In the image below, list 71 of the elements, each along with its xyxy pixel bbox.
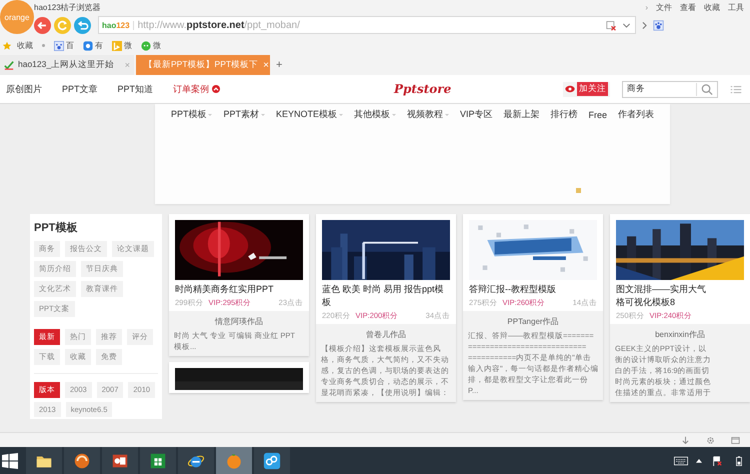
paw-icon: [54, 40, 64, 50]
window-icon[interactable]: [731, 436, 740, 444]
bookmark-item[interactable]: 微: [141, 40, 161, 51]
site-logo[interactable]: Pptstore: [394, 82, 452, 96]
fruit-icon: [225, 452, 243, 470]
bookmark-item[interactable]: 有: [83, 40, 103, 51]
undo-icon[interactable]: [74, 16, 91, 34]
eye-icon: [565, 85, 575, 93]
bookmark-item[interactable]: 微: [112, 40, 132, 51]
browser-tab[interactable]: hao123_上网从这里开始 ×: [0, 55, 134, 75]
category-link[interactable]: 最新上架: [504, 108, 540, 121]
window-title: hao123桔子浏览器: [34, 2, 102, 12]
chat-icon: [83, 40, 93, 50]
settings-icon[interactable]: [706, 436, 715, 444]
menu-item[interactable]: 文件: [656, 2, 672, 12]
author-text[interactable]: 曾卷儿作品: [321, 327, 451, 343]
url-text: http://www.pptstore.net/ppt_moban/: [138, 20, 301, 30]
nav-link[interactable]: 原创图片: [6, 82, 42, 96]
site-logo: hao123: [102, 20, 134, 30]
author-text[interactable]: benxinxin作品: [615, 327, 745, 343]
template-title[interactable]: 蓝色 欧美 时尚 易用 报告ppt模 板: [322, 283, 450, 309]
taskbar-app[interactable]: [102, 447, 138, 474]
swirl-icon: [73, 452, 91, 470]
sidebar-title: PPT模板: [34, 220, 78, 235]
clear-icon[interactable]: [606, 20, 617, 30]
category-link[interactable]: 其他模板: [354, 108, 396, 121]
category-link[interactable]: PPT模板: [170, 108, 212, 121]
taskbar-app[interactable]: [64, 447, 100, 474]
taskbar-app[interactable]: [26, 447, 62, 474]
category-link[interactable]: Free: [588, 108, 608, 121]
nav-link[interactable]: 订单案例: [173, 82, 220, 96]
category-link[interactable]: 视频教程: [407, 108, 449, 121]
nav-link[interactable]: PPT知道: [118, 82, 154, 96]
author-text[interactable]: PPTanger作品: [468, 314, 598, 330]
paw-icon[interactable]: [653, 20, 664, 30]
new-tab-button[interactable]: +: [272, 59, 286, 71]
menu-item[interactable]: 收藏: [704, 2, 720, 12]
star-icon: [2, 40, 12, 50]
taskbar-app[interactable]: [178, 447, 214, 474]
search-field[interactable]: 商务: [622, 80, 718, 98]
category-link[interactable]: 排行榜: [550, 108, 578, 121]
download-icon[interactable]: [681, 436, 690, 444]
cloud-icon: [263, 452, 281, 470]
author-text[interactable]: 情意阿瑛作品: [174, 314, 304, 330]
windows-start-icon[interactable]: [2, 452, 18, 468]
keyboard-icon[interactable]: [674, 456, 688, 466]
address-bar[interactable]: hao123 http://www.pptstore.net/ppt_moban/: [98, 16, 636, 34]
category-link[interactable]: KEYNOTE模板: [276, 108, 343, 121]
store-icon: [149, 452, 167, 470]
back-icon[interactable]: [34, 16, 51, 34]
follow-button[interactable]: 加关注: [563, 82, 610, 96]
bookmark-item[interactable]: 百: [54, 40, 74, 51]
category-link[interactable]: 作者列表: [618, 108, 654, 121]
browser-logo: orange: [0, 0, 34, 34]
category-link[interactable]: VIP专区: [460, 108, 493, 121]
taskbar-app[interactable]: [140, 447, 176, 474]
caret-up-icon[interactable]: [696, 458, 702, 463]
template-card[interactable]: [169, 362, 309, 393]
category-link[interactable]: PPT素材: [223, 108, 265, 121]
favorites-button[interactable]: 收藏: [17, 40, 33, 51]
template-title[interactable]: 答辩汇报--教程型模版: [469, 283, 597, 296]
slides-app-icon: [111, 452, 129, 470]
taskbar-app[interactable]: [254, 447, 290, 474]
chat-bubble-icon: [141, 40, 151, 50]
menu-item[interactable]: 工具: [728, 2, 744, 12]
template-title[interactable]: 时尚精美商务红实用PPT: [175, 283, 303, 296]
nav-link[interactable]: PPT文章: [62, 82, 98, 96]
caret-up-icon: [212, 85, 220, 93]
menu-item[interactable]: 查看: [680, 2, 696, 12]
check-icon: [4, 60, 14, 70]
template-title[interactable]: 图文混排——实用大气 格可视化模板8: [616, 283, 744, 309]
